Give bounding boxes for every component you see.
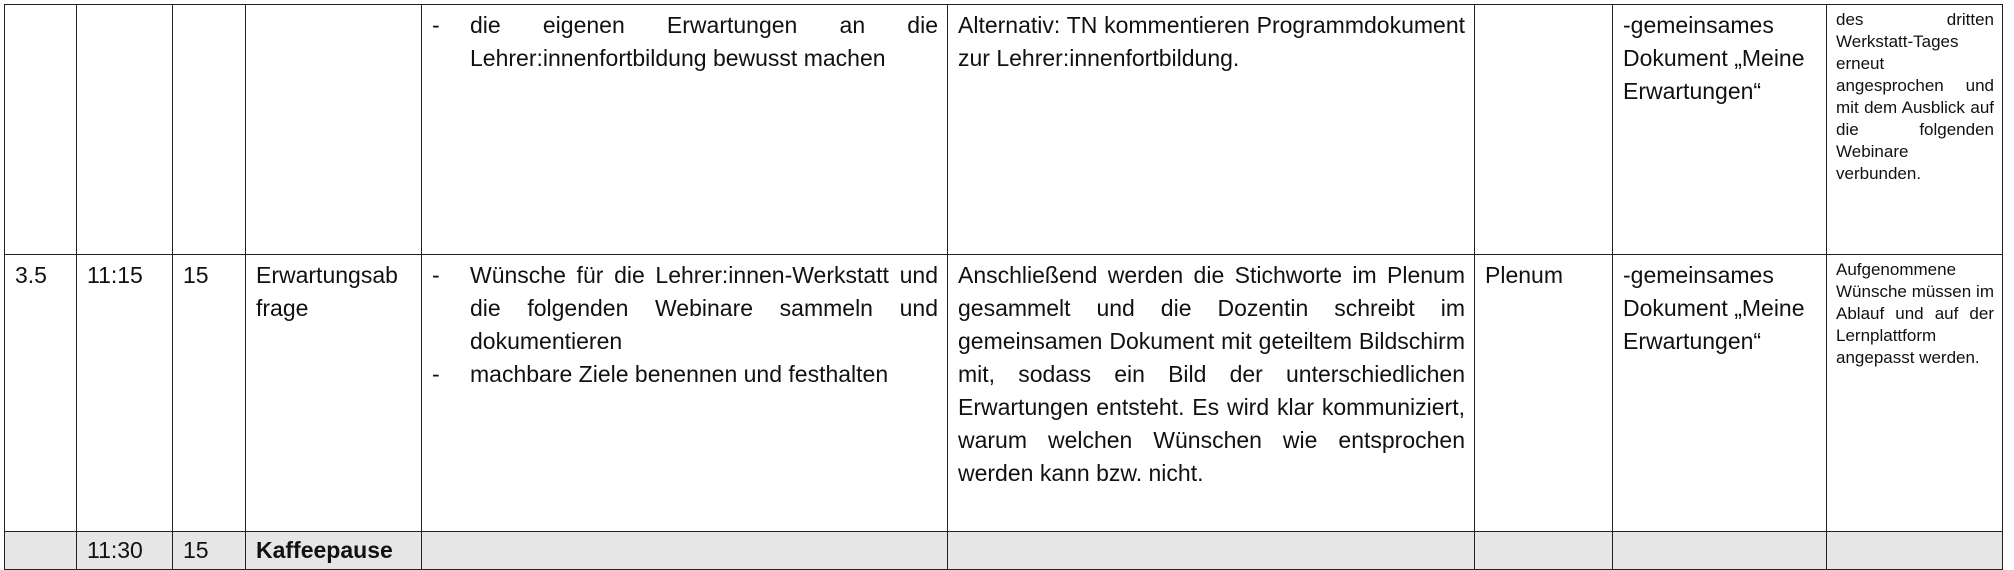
table-row-break: 11:30 15 Kaffeepause	[4, 531, 2003, 570]
goal-text: machbare Ziele benennen und festhalten	[470, 361, 889, 387]
cell-nr	[4, 531, 77, 570]
cell-goals	[421, 531, 948, 570]
cell-notes: des dritten Werkstatt-Tages erneut anges…	[1826, 4, 2003, 255]
cell-description	[947, 531, 1475, 570]
cell-goals: - Wünsche für die Lehrer:innen-Werkstatt …	[421, 254, 948, 532]
cell-notes	[1826, 531, 2003, 570]
cell-social-form	[1474, 531, 1613, 570]
cell-nr: 3.5	[4, 254, 77, 532]
cell-nr	[4, 4, 77, 255]
cell-duration	[172, 4, 246, 255]
goals-list: - Wünsche für die Lehrer:innen-Werkstatt …	[432, 259, 938, 391]
cell-materials: -gemeinsames Dokument „Meine Erwartungen…	[1612, 254, 1827, 532]
goals-list: - die eigenen Erwartungen an die Lehrer:i…	[432, 9, 938, 75]
list-item: - Wünsche für die Lehrer:innen-Werkstatt …	[432, 259, 938, 358]
dash-bullet: -	[432, 12, 440, 38]
list-item: - machbare Ziele benennen und festhalten	[432, 358, 938, 391]
cell-social-form: Plenum	[1474, 254, 1613, 532]
cell-title: Kaffeepause	[245, 531, 422, 570]
table-row: - die eigenen Erwartungen an die Lehrer:i…	[4, 4, 2003, 255]
goal-text: Wünsche für die Lehrer:innen-Werkstatt u…	[470, 262, 938, 354]
cell-description: Anschließend werden die Stichworte im Pl…	[947, 254, 1475, 532]
cell-time: 11:30	[76, 531, 173, 570]
cell-social-form	[1474, 4, 1613, 255]
cell-time	[76, 4, 173, 255]
cell-materials: -gemeinsames Dokument „Meine Erwartungen…	[1612, 4, 1827, 255]
lesson-plan-table: - die eigenen Erwartungen an die Lehrer:i…	[4, 4, 2003, 570]
dash-bullet: -	[432, 262, 440, 288]
list-item: - die eigenen Erwartungen an die Lehrer:i…	[432, 9, 938, 75]
dash-bullet: -	[432, 361, 440, 387]
cell-duration: 15	[172, 531, 246, 570]
cell-notes: Aufgenommene Wünsche müssen im Ablauf un…	[1826, 254, 2003, 532]
cell-goals: - die eigenen Erwartungen an die Lehrer:i…	[421, 4, 948, 255]
cell-duration: 15	[172, 254, 246, 532]
cell-title	[245, 4, 422, 255]
cell-materials	[1612, 531, 1827, 570]
cell-description: Alternativ: TN kommentieren Programmdoku…	[947, 4, 1475, 255]
table-row: 3.5 11:15 15 Erwartungsab frage - Wünsche…	[4, 254, 2003, 532]
goal-text: die eigenen Erwartungen an die Lehrer:in…	[470, 12, 938, 71]
cell-time: 11:15	[76, 254, 173, 532]
cell-title: Erwartungsab frage	[245, 254, 422, 532]
document-page: - die eigenen Erwartungen an die Lehrer:i…	[0, 0, 2014, 570]
